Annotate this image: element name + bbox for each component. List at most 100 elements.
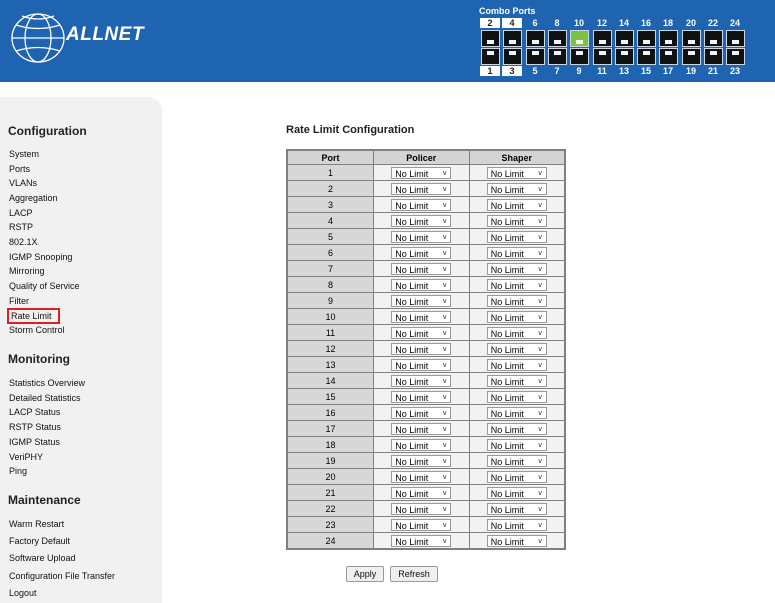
- policer-select[interactable]: No Limit ∨: [391, 358, 452, 371]
- shaper-select[interactable]: No Limit ∨: [486, 486, 547, 499]
- shaper-select[interactable]: No Limit ∨: [486, 214, 547, 227]
- shaper-select[interactable]: No Limit ∨: [486, 294, 547, 307]
- shaper-select[interactable]: No Limit ∨: [486, 390, 547, 403]
- policer-select[interactable]: No Limit ∨: [391, 454, 452, 467]
- shaper-select[interactable]: No Limit ∨: [486, 374, 547, 387]
- policer-select[interactable]: No Limit ∨: [391, 470, 452, 483]
- port-icon[interactable]: [481, 48, 500, 65]
- policer-select[interactable]: No Limit ∨: [391, 518, 452, 531]
- sidebar-item-ping[interactable]: Ping: [9, 466, 27, 476]
- policer-select[interactable]: No Limit ∨: [391, 278, 452, 291]
- apply-button[interactable]: Apply: [346, 566, 384, 582]
- shaper-select[interactable]: No Limit ∨: [486, 310, 547, 323]
- sidebar-item-ports[interactable]: Ports: [9, 164, 30, 174]
- port-icon[interactable]: [637, 48, 656, 65]
- port-icon[interactable]: [593, 48, 612, 65]
- shaper-cell: No Limit ∨: [468, 500, 566, 517]
- port-icon[interactable]: [615, 48, 634, 65]
- policer-select[interactable]: No Limit ∨: [391, 262, 452, 275]
- sidebar-item-quality-of-service[interactable]: Quality of Service: [9, 281, 80, 291]
- port-icon[interactable]: [503, 30, 522, 47]
- port-icon[interactable]: [659, 30, 678, 47]
- policer-select[interactable]: No Limit ∨: [391, 310, 452, 323]
- port-icon[interactable]: [704, 30, 723, 47]
- port-icon[interactable]: [548, 48, 567, 65]
- sidebar-item-lacp[interactable]: LACP: [9, 208, 33, 218]
- policer-select[interactable]: No Limit ∨: [391, 182, 452, 195]
- sidebar-item-warm-restart[interactable]: Warm Restart: [9, 519, 64, 529]
- policer-select[interactable]: No Limit ∨: [391, 342, 452, 355]
- shaper-select[interactable]: No Limit ∨: [486, 534, 547, 547]
- policer-select[interactable]: No Limit ∨: [391, 534, 452, 547]
- sidebar-item-vlans[interactable]: VLANs: [9, 178, 37, 188]
- port-icon[interactable]: [570, 30, 589, 47]
- port-icon[interactable]: [637, 30, 656, 47]
- sidebar-item-igmp-snooping[interactable]: IGMP Snooping: [9, 252, 72, 262]
- sidebar-item-configuration-file-transfer[interactable]: Configuration File Transfer: [9, 571, 115, 581]
- port-icon[interactable]: [726, 48, 745, 65]
- shaper-select[interactable]: No Limit ∨: [486, 342, 547, 355]
- sidebar-item-igmp-status[interactable]: IGMP Status: [9, 437, 60, 447]
- sidebar-item-802-1x[interactable]: 802.1X: [9, 237, 38, 247]
- shaper-select[interactable]: No Limit ∨: [486, 182, 547, 195]
- shaper-select[interactable]: No Limit ∨: [486, 166, 547, 179]
- policer-select[interactable]: No Limit ∨: [391, 390, 452, 403]
- policer-select[interactable]: No Limit ∨: [391, 422, 452, 435]
- policer-select[interactable]: No Limit ∨: [391, 166, 452, 179]
- sidebar-item-logout[interactable]: Logout: [9, 588, 37, 598]
- shaper-select[interactable]: No Limit ∨: [486, 358, 547, 371]
- port-icon[interactable]: [548, 30, 567, 47]
- port-icon[interactable]: [704, 48, 723, 65]
- port-icon[interactable]: [526, 48, 545, 65]
- sidebar-item-system[interactable]: System: [9, 149, 39, 159]
- port-icon[interactable]: [503, 48, 522, 65]
- sidebar-item-detailed-statistics[interactable]: Detailed Statistics: [9, 393, 81, 403]
- port-icon[interactable]: [682, 30, 701, 47]
- policer-select[interactable]: No Limit ∨: [391, 246, 452, 259]
- shaper-select[interactable]: No Limit ∨: [486, 518, 547, 531]
- policer-select[interactable]: No Limit ∨: [391, 214, 452, 227]
- port-icon[interactable]: [615, 30, 634, 47]
- policer-select[interactable]: No Limit ∨: [391, 230, 452, 243]
- sidebar-item-mirroring[interactable]: Mirroring: [9, 266, 45, 276]
- policer-select[interactable]: No Limit ∨: [391, 486, 452, 499]
- shaper-select[interactable]: No Limit ∨: [486, 438, 547, 451]
- shaper-select[interactable]: No Limit ∨: [486, 278, 547, 291]
- shaper-select[interactable]: No Limit ∨: [486, 326, 547, 339]
- port-icon[interactable]: [526, 30, 545, 47]
- sidebar-item-factory-default[interactable]: Factory Default: [9, 536, 70, 546]
- refresh-button[interactable]: Refresh: [390, 566, 438, 582]
- policer-select[interactable]: No Limit ∨: [391, 198, 452, 211]
- sidebar-item-software-upload[interactable]: Software Upload: [9, 553, 76, 563]
- policer-select[interactable]: No Limit ∨: [391, 326, 452, 339]
- shaper-select[interactable]: No Limit ∨: [486, 246, 547, 259]
- port-icon[interactable]: [682, 48, 701, 65]
- shaper-select[interactable]: No Limit ∨: [486, 406, 547, 419]
- port-icon[interactable]: [726, 30, 745, 47]
- shaper-select[interactable]: No Limit ∨: [486, 422, 547, 435]
- sidebar-item-filter[interactable]: Filter: [9, 296, 29, 306]
- sidebar-item-lacp-status[interactable]: LACP Status: [9, 407, 60, 417]
- policer-select[interactable]: No Limit ∨: [391, 406, 452, 419]
- shaper-select[interactable]: No Limit ∨: [486, 230, 547, 243]
- sidebar-item-statistics-overview[interactable]: Statistics Overview: [9, 378, 85, 388]
- port-icon[interactable]: [481, 30, 500, 47]
- shaper-select[interactable]: No Limit ∨: [486, 262, 547, 275]
- port-icon[interactable]: [659, 48, 678, 65]
- shaper-select[interactable]: No Limit ∨: [486, 470, 547, 483]
- policer-select[interactable]: No Limit ∨: [391, 438, 452, 451]
- shaper-select[interactable]: No Limit ∨: [486, 454, 547, 467]
- sidebar-item-rate-limit[interactable]: Rate Limit: [7, 308, 60, 324]
- sidebar-item-veriphy[interactable]: VeriPHY: [9, 452, 43, 462]
- policer-select[interactable]: No Limit ∨: [391, 374, 452, 387]
- sidebar-item-storm-control[interactable]: Storm Control: [9, 325, 65, 335]
- policer-select[interactable]: No Limit ∨: [391, 502, 452, 515]
- shaper-select[interactable]: No Limit ∨: [486, 502, 547, 515]
- sidebar-item-rstp[interactable]: RSTP: [9, 222, 33, 232]
- sidebar-item-aggregation[interactable]: Aggregation: [9, 193, 58, 203]
- sidebar-item-rstp-status[interactable]: RSTP Status: [9, 422, 61, 432]
- port-icon[interactable]: [593, 30, 612, 47]
- port-icon[interactable]: [570, 48, 589, 65]
- shaper-select[interactable]: No Limit ∨: [486, 198, 547, 211]
- policer-select[interactable]: No Limit ∨: [391, 294, 452, 307]
